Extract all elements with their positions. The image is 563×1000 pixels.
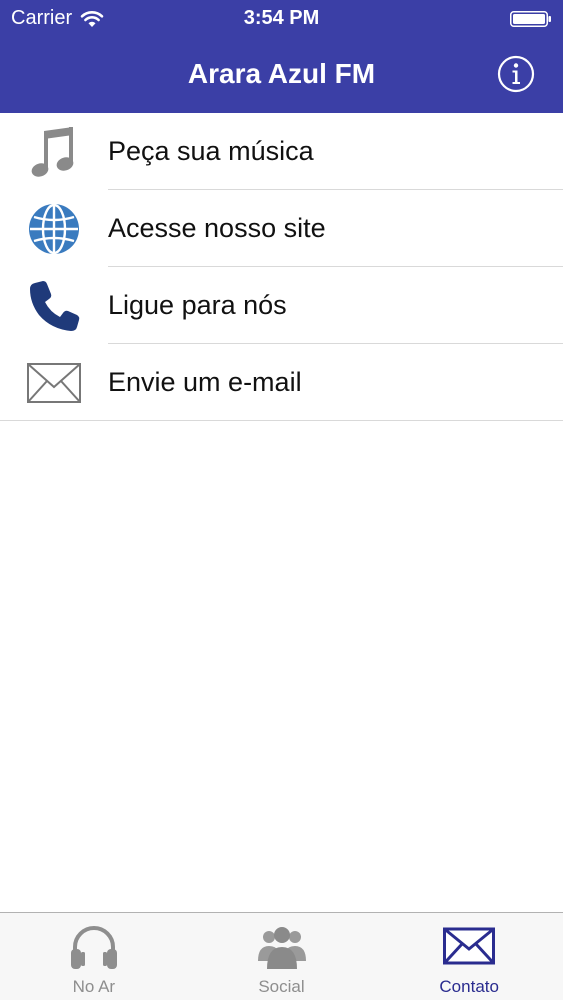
menu-item-label: Acesse nosso site — [108, 213, 326, 243]
menu-item-call[interactable]: Ligue para nós — [0, 267, 563, 344]
tab-contato[interactable]: Contato — [375, 913, 563, 1000]
status-bar: Carrier 3:54 PM — [0, 0, 563, 38]
navigation-bar: Arara Azul FM — [0, 38, 563, 113]
tab-bar: No Ar Social Contato — [0, 912, 563, 1000]
headphones-icon — [70, 926, 117, 969]
menu-item-label: Envie um e-mail — [108, 367, 302, 397]
phone-icon — [30, 281, 80, 331]
status-time: 3:54 PM — [243, 7, 320, 29]
tab-label: Social — [258, 977, 305, 996]
menu-item-label: Peça sua música — [108, 136, 314, 166]
globe-icon — [29, 203, 79, 255]
envelope-icon — [443, 927, 496, 965]
people-icon — [257, 927, 306, 969]
menu-item-website[interactable]: Acesse nosso site — [0, 190, 563, 267]
row-separator — [0, 420, 563, 421]
menu-item-email[interactable]: Envie um e-mail — [0, 344, 563, 421]
tab-social[interactable]: Social — [188, 913, 376, 1000]
icon-container — [26, 202, 82, 256]
header: Carrier 3:54 PM Arara Azul FM — [0, 0, 563, 113]
icon-container — [26, 125, 82, 179]
menu-item-request-song[interactable]: Peça sua música — [0, 113, 563, 190]
tab-label: No Ar — [72, 977, 116, 996]
tab-label: Contato — [439, 977, 499, 996]
contact-menu-list: Peça sua música Acesse nosso site Ligue … — [0, 113, 563, 421]
tab-no-ar[interactable]: No Ar — [0, 913, 188, 1000]
app-screen: Carrier 3:54 PM Arara Azul FM Peça sua m… — [0, 0, 563, 1000]
battery-icon — [510, 11, 551, 27]
icon-container — [26, 279, 82, 333]
envelope-icon — [27, 363, 81, 403]
menu-item-label: Ligue para nós — [108, 290, 287, 320]
info-circle-icon[interactable] — [497, 55, 535, 93]
music-note-icon — [31, 127, 74, 177]
page-title: Arara Azul FM — [187, 58, 376, 89]
icon-container — [26, 356, 82, 410]
